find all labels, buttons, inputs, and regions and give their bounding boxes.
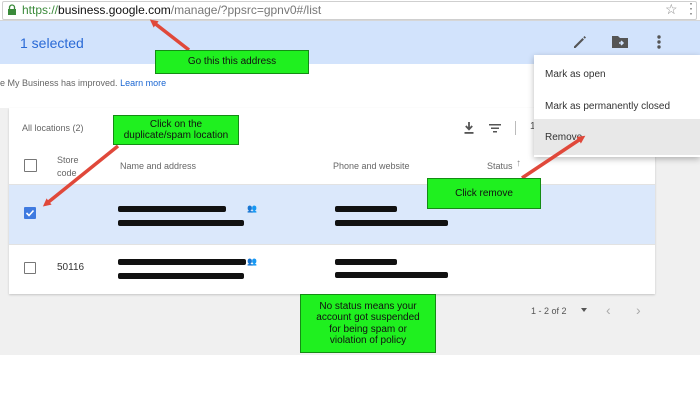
callout-click-location: Click on the duplicate/spam location — [113, 115, 239, 145]
callout-address: Go this this address — [155, 50, 309, 74]
callout-no-status-line3: for being spam or — [329, 323, 407, 335]
callout-no-status-line4: violation of policy — [329, 335, 407, 346]
arrow-to-location — [42, 144, 120, 207]
callout-click-remove-text: Click remove — [455, 187, 513, 199]
callout-address-text: Go this this address — [187, 56, 277, 68]
callout-no-status: No status means your account got suspend… — [300, 294, 436, 353]
callout-click-location-line1: Click on the — [149, 118, 203, 130]
callout-click-remove: Click remove — [427, 178, 541, 209]
callout-no-status-line1: No status means your — [319, 300, 417, 312]
arrow-to-remove — [521, 135, 586, 180]
arrow-to-address — [149, 19, 191, 52]
callout-no-status-line2: account got suspended — [316, 312, 420, 323]
callout-click-location-line2: duplicate/spam location — [123, 130, 229, 141]
